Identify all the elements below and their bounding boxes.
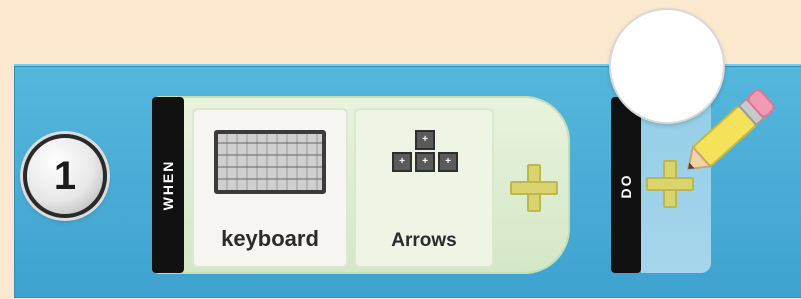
do-label: DO: [618, 173, 634, 199]
keyboard-icon: [214, 130, 326, 194]
add-when-plus-icon[interactable]: [510, 164, 558, 212]
rule-number-badge[interactable]: 1: [23, 134, 107, 218]
rule-number-label: 1: [53, 153, 77, 198]
rule-editor: 1 WHEN keyboard + + + + Arrows DO: [0, 0, 801, 299]
arrow-keys-icon: + + + +: [392, 130, 458, 186]
when-label: WHEN: [160, 159, 176, 211]
arrow-key-right: +: [438, 152, 458, 172]
sensor-tile-keyboard[interactable]: keyboard: [192, 108, 348, 268]
arrow-key-up: +: [415, 130, 435, 150]
sensor-label-keyboard: keyboard: [221, 226, 319, 251]
arrow-key-left: +: [392, 152, 412, 172]
arrow-key-down: +: [415, 152, 435, 172]
sensor-tile-arrows[interactable]: + + + + Arrows: [354, 108, 494, 268]
pencil-icon[interactable]: [674, 78, 794, 188]
sensor-label-arrows: Arrows: [391, 230, 457, 251]
